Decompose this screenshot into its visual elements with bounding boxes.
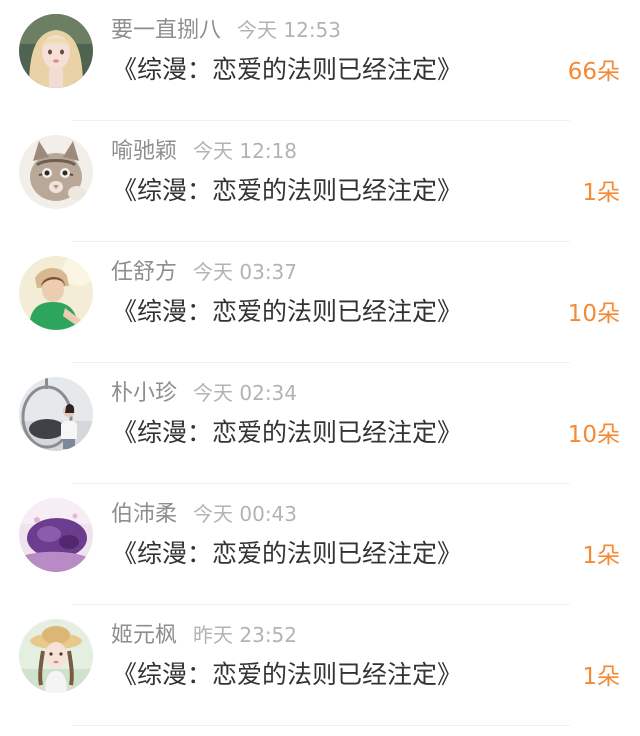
work-title[interactable]: 《综漫：恋爱的法则已经注定》 [112, 290, 462, 334]
user-name[interactable]: 姬元枫 [111, 623, 177, 648]
user-name[interactable]: 伯沛柔 [111, 502, 177, 527]
avatar-purple-pillow-photo-icon [19, 498, 93, 572]
flower-count: 1朵 [582, 180, 620, 206]
work-title[interactable]: 《综漫：恋爱的法则已经注定》 [112, 48, 462, 92]
avatar[interactable] [19, 619, 93, 693]
user-name[interactable]: 朴小珍 [111, 381, 177, 406]
entry-meta: 任舒方 今天 03:37 [111, 256, 297, 288]
work-title[interactable]: 《综漫：恋爱的法则已经注定》 [112, 532, 462, 576]
avatar-cat-photo-icon [19, 135, 93, 209]
flower-count: 66朵 [567, 59, 620, 85]
list-item[interactable]: 伯沛柔 今天 00:43 《综漫：恋爱的法则已经注定》 1朵 [0, 484, 640, 605]
work-title[interactable]: 《综漫：恋爱的法则已经注定》 [112, 411, 462, 455]
flower-gift-list: 要一直捌八 今天 12:53 《综漫：恋爱的法则已经注定》 66朵 喻驰颖 今天… [0, 0, 640, 736]
avatar[interactable] [19, 135, 93, 209]
avatar[interactable] [19, 256, 93, 330]
flower-count: 10朵 [567, 301, 620, 327]
timestamp: 今天 02:34 [193, 381, 298, 405]
flower-count: 1朵 [582, 543, 620, 569]
work-title[interactable]: 《综漫：恋爱的法则已经注定》 [112, 653, 462, 697]
avatar-girl-illustration-icon [19, 14, 93, 88]
avatar[interactable] [19, 377, 93, 451]
entry-meta: 喻驰颖 今天 12:18 [111, 135, 297, 167]
entry-meta: 要一直捌八 今天 12:53 [111, 14, 341, 46]
avatar-girl-green-shirt-icon [19, 256, 93, 330]
timestamp: 今天 00:43 [193, 502, 298, 526]
avatar-hanging-chair-photo-icon [19, 377, 93, 451]
timestamp: 今天 12:53 [237, 18, 342, 42]
user-name[interactable]: 喻驰颖 [111, 139, 177, 164]
avatar-girl-braids-straw-hat-icon [19, 619, 93, 693]
list-item[interactable]: 喻驰颖 今天 12:18 《综漫：恋爱的法则已经注定》 1朵 [0, 121, 640, 242]
flower-count: 10朵 [567, 422, 620, 448]
user-name[interactable]: 任舒方 [111, 260, 177, 285]
avatar[interactable] [19, 498, 93, 572]
list-item[interactable]: 朴小珍 今天 02:34 《综漫：恋爱的法则已经注定》 10朵 [0, 363, 640, 484]
timestamp: 昨天 23:52 [193, 623, 298, 647]
list-item[interactable]: 姬元枫 昨天 23:52 《综漫：恋爱的法则已经注定》 1朵 [0, 605, 640, 726]
avatar[interactable] [19, 14, 93, 88]
work-title[interactable]: 《综漫：恋爱的法则已经注定》 [112, 169, 462, 213]
entry-meta: 姬元枫 昨天 23:52 [111, 619, 297, 651]
divider [72, 725, 570, 726]
flower-count: 1朵 [582, 664, 620, 690]
entry-meta: 伯沛柔 今天 00:43 [111, 498, 297, 530]
timestamp: 今天 12:18 [193, 139, 298, 163]
user-name[interactable]: 要一直捌八 [111, 18, 221, 43]
list-item[interactable]: 要一直捌八 今天 12:53 《综漫：恋爱的法则已经注定》 66朵 [0, 0, 640, 121]
entry-meta: 朴小珍 今天 02:34 [111, 377, 297, 409]
timestamp: 今天 03:37 [193, 260, 298, 284]
list-item[interactable]: 任舒方 今天 03:37 《综漫：恋爱的法则已经注定》 10朵 [0, 242, 640, 363]
